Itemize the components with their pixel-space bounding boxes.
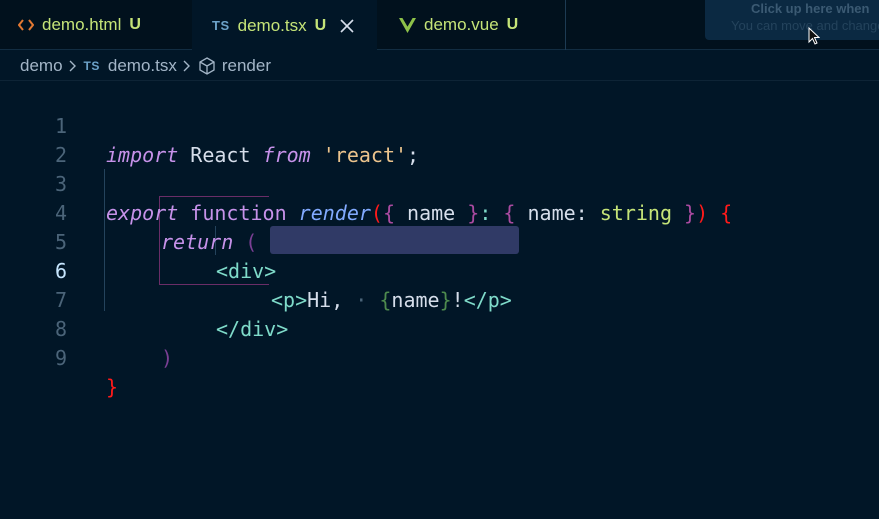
breadcrumb-file[interactable]: demo.tsx bbox=[108, 56, 177, 76]
chevron-right-icon bbox=[69, 60, 77, 72]
breadcrumb-folder[interactable]: demo bbox=[20, 56, 63, 76]
chevron-right-icon bbox=[183, 60, 191, 72]
code-line: 6 <p>Hi, · {name}!</p> bbox=[0, 228, 879, 312]
untracked-badge: U bbox=[314, 16, 327, 34]
tab-demo-html[interactable]: demo.html U bbox=[0, 0, 192, 50]
notification-subtitle: You can move and change bbox=[731, 18, 879, 33]
ts-icon: TS bbox=[212, 18, 230, 33]
tab-label: demo.vue bbox=[424, 15, 499, 34]
code-line: 5 <div> bbox=[0, 199, 879, 283]
close-icon[interactable] bbox=[340, 18, 354, 33]
code-line: 4 return ( bbox=[0, 170, 879, 254]
code-line: 2 bbox=[0, 112, 879, 167]
line-number: 9 bbox=[54, 346, 67, 370]
tab-demo-tsx[interactable]: TS demo.tsx U bbox=[192, 0, 377, 51]
code-line: 3 export function render({ name }: { nam… bbox=[0, 141, 879, 225]
breadcrumb-symbol[interactable]: render bbox=[222, 56, 271, 76]
code-line: 8 ) bbox=[0, 286, 879, 370]
symbol-method-icon bbox=[198, 56, 216, 75]
code-line: 7 </div> bbox=[0, 257, 879, 341]
code-line: 9 } bbox=[0, 315, 879, 399]
html-icon bbox=[18, 18, 34, 32]
tab-demo-vue[interactable]: demo.vue U bbox=[377, 0, 566, 50]
breadcrumb: demo TS demo.tsx render bbox=[0, 51, 879, 81]
mouse-cursor-icon bbox=[808, 26, 821, 50]
vue-icon bbox=[399, 17, 416, 33]
untracked-badge: U bbox=[129, 16, 141, 33]
tab-label: demo.tsx bbox=[237, 15, 307, 35]
code-line: 1 import React from 'react'; bbox=[0, 83, 879, 167]
tab-label: demo.html bbox=[42, 15, 122, 34]
untracked-badge: U bbox=[506, 16, 519, 33]
notification-popup[interactable]: Click up here when You can move and chan… bbox=[705, 0, 879, 40]
ts-icon: TS bbox=[83, 58, 100, 73]
code-editor[interactable]: 1 import React from 'react'; 2 3 export … bbox=[0, 83, 879, 519]
notification-title: Click up here when bbox=[751, 1, 870, 16]
